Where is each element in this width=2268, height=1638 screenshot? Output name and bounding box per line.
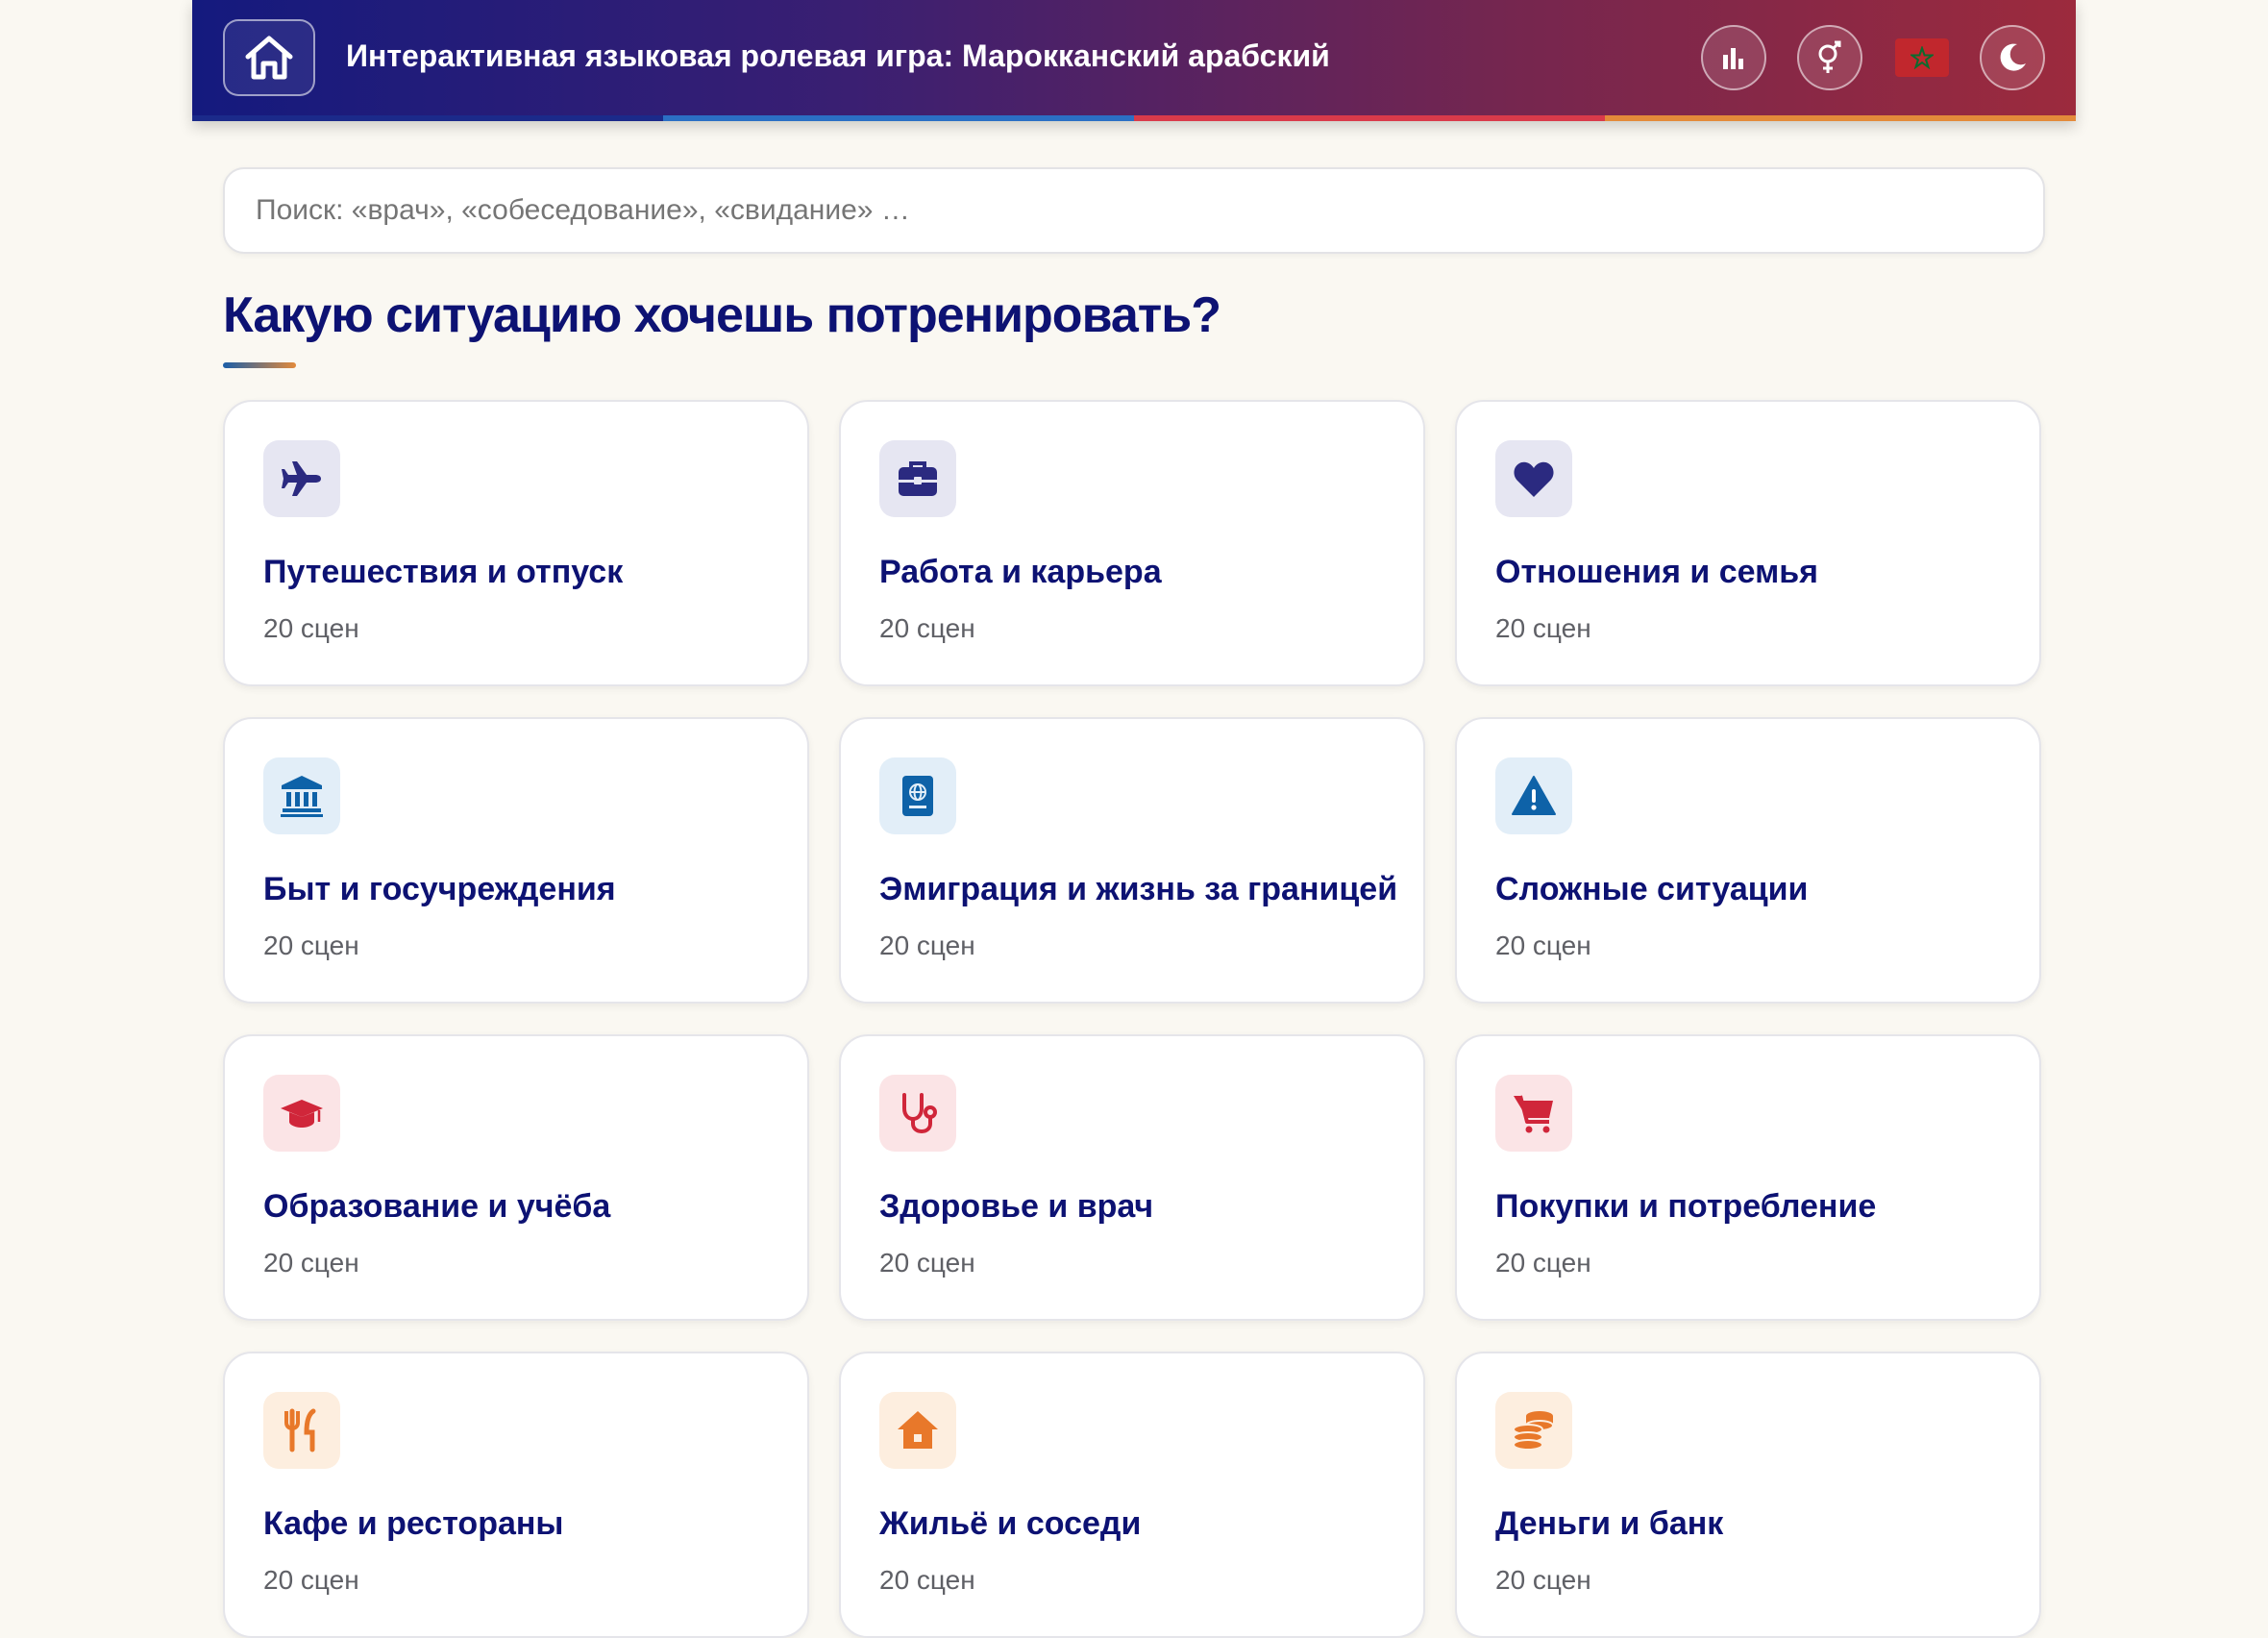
category-card-housing[interactable]: Жильё и соседи 20 сцен	[839, 1352, 1425, 1638]
app-title: Интерактивная языковая ролевая игра: Мар…	[346, 38, 1330, 73]
category-card-health[interactable]: Здоровье и врач 20 сцен	[839, 1034, 1425, 1321]
morocco-flag-icon	[1911, 46, 1934, 69]
section-heading: Какую ситуацию хочешь потренировать?	[223, 287, 1221, 343]
heart-icon	[1514, 461, 1554, 497]
stripe-segment	[1605, 115, 2076, 121]
card-scene-count: 20 сцен	[1495, 613, 1591, 643]
card-icon-box	[1495, 1075, 1572, 1152]
card-title: Здоровье и врач	[879, 1188, 1154, 1225]
morocco-flag-button[interactable]	[1895, 38, 1949, 77]
stethoscope-icon	[902, 1093, 937, 1134]
card-icon-box	[879, 1075, 956, 1152]
card-scene-count: 20 сцен	[879, 931, 975, 960]
gender-icon	[1818, 40, 1841, 73]
home-button[interactable]	[223, 19, 315, 96]
card-icon-box	[263, 1075, 340, 1152]
category-card-cafes[interactable]: Кафе и рестораны 20 сцен	[223, 1352, 809, 1638]
card-title: Деньги и банк	[1495, 1505, 1724, 1542]
coins-icon	[1513, 1411, 1554, 1451]
category-card-difficult-situations[interactable]: Сложные ситуации 20 сцен	[1455, 717, 2041, 1004]
card-icon-box	[1495, 757, 1572, 834]
cart-icon	[1514, 1095, 1553, 1133]
card-icon-box	[879, 1392, 956, 1469]
briefcase-icon	[899, 461, 937, 496]
theme-toggle-button[interactable]	[1980, 25, 2045, 90]
category-card-education[interactable]: Образование и учёба 20 сцен	[223, 1034, 809, 1321]
card-title: Путешествия и отпуск	[263, 554, 624, 590]
stats-icon	[1723, 48, 1743, 69]
card-icon-box	[879, 440, 956, 517]
card-icon-box	[263, 757, 340, 834]
card-scene-count: 20 сцен	[263, 1248, 359, 1278]
card-title: Быт и госучреждения	[263, 871, 616, 907]
card-scene-count: 20 сцен	[1495, 1565, 1591, 1595]
card-icon-box	[1495, 440, 1572, 517]
card-scene-count: 20 сцен	[263, 931, 359, 960]
bank-icon	[281, 776, 323, 817]
card-scene-count: 20 сцен	[879, 613, 975, 643]
card-title: Работа и карьера	[879, 554, 1162, 590]
card-title: Образование и учёба	[263, 1188, 611, 1225]
category-card-travel[interactable]: Путешествия и отпуск 20 сцен	[223, 400, 809, 686]
card-scene-count: 20 сцен	[263, 613, 359, 643]
home-icon	[245, 36, 293, 80]
category-card-emigration[interactable]: Эмиграция и жизнь за границей 20 сцен	[839, 717, 1425, 1004]
card-title: Сложные ситуации	[1495, 871, 1809, 907]
heading-underline	[223, 362, 296, 368]
category-card-money[interactable]: Деньги и банк 20 сцен	[1455, 1352, 2041, 1638]
card-title: Эмиграция и жизнь за границей	[879, 871, 1398, 907]
category-card-relationships[interactable]: Отношения и семья 20 сцен	[1455, 400, 2041, 686]
card-scene-count: 20 сцен	[1495, 1248, 1591, 1278]
category-card-work[interactable]: Работа и карьера 20 сцен	[839, 400, 1425, 686]
search-input[interactable]	[223, 167, 2045, 254]
card-scene-count: 20 сцен	[263, 1565, 359, 1595]
utensils-icon	[284, 1408, 316, 1452]
stripe-segment	[192, 115, 663, 121]
card-title: Кафе и рестораны	[263, 1505, 564, 1542]
graduation-cap-icon	[281, 1100, 323, 1128]
card-scene-count: 20 сцен	[879, 1248, 975, 1278]
stats-button[interactable]	[1701, 25, 1766, 90]
card-title: Покупки и потребление	[1495, 1188, 1877, 1225]
app-header: Интерактивная языковая ролевая игра: Мар…	[192, 0, 2076, 121]
category-card-shopping[interactable]: Покупки и потребление 20 сцен	[1455, 1034, 2041, 1321]
plane-icon	[282, 461, 321, 496]
stripe-segment	[663, 115, 1134, 121]
card-icon-box	[879, 757, 956, 834]
card-scene-count: 20 сцен	[1495, 931, 1591, 960]
gender-button[interactable]	[1797, 25, 1862, 90]
passport-icon	[902, 776, 933, 816]
warning-icon	[1512, 776, 1556, 815]
header-stripe	[192, 115, 2076, 121]
card-title: Жильё и соседи	[879, 1505, 1142, 1542]
card-icon-box	[1495, 1392, 1572, 1469]
card-title: Отношения и семья	[1495, 554, 1818, 590]
moon-icon	[2000, 43, 2026, 71]
card-icon-box	[263, 1392, 340, 1469]
card-icon-box	[263, 440, 340, 517]
card-scene-count: 20 сцен	[879, 1565, 975, 1595]
house-icon	[898, 1411, 938, 1449]
stripe-segment	[1134, 115, 1605, 121]
category-card-daily-life[interactable]: Быт и госучреждения 20 сцен	[223, 717, 809, 1004]
